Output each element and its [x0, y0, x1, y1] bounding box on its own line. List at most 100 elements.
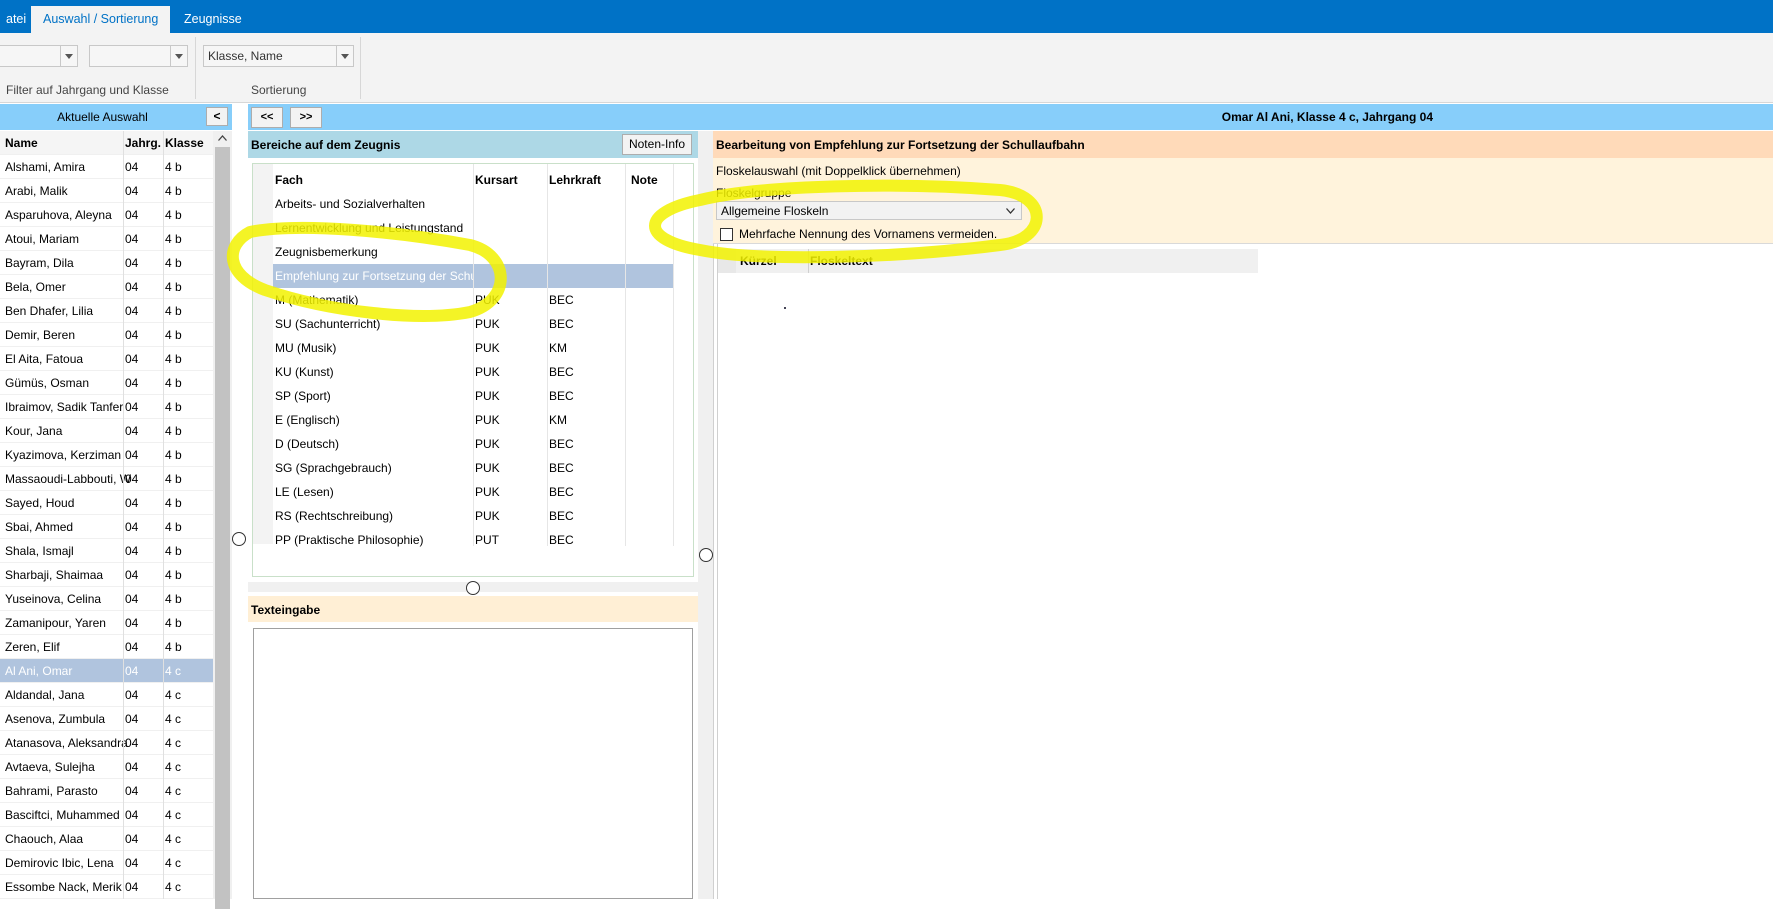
student-row[interactable]: Aldandal, Jana 04 4 c	[0, 683, 213, 707]
student-klasse: 4 b	[165, 352, 182, 366]
student-title-bar: Omar Al Ani, Klasse 4 c, Jahrgang 04	[698, 104, 1773, 130]
student-klasse: 4 b	[165, 568, 182, 582]
student-row[interactable]: Zeren, Elif 04 4 b	[0, 635, 213, 659]
klasse-filter-combo[interactable]	[89, 45, 188, 67]
chevron-down-icon[interactable]	[336, 46, 353, 66]
collapse-left-button[interactable]: <	[206, 107, 228, 126]
chevron-down-icon[interactable]	[1006, 208, 1015, 214]
student-klasse: 4 b	[165, 640, 182, 654]
previous-student-button[interactable]: <<	[251, 107, 283, 128]
fach-lehrkraft: BEC	[549, 317, 574, 331]
student-row[interactable]: Ben Dhafer, Lilia 04 4 b	[0, 299, 213, 323]
student-row[interactable]: Asenova, Zumbula 04 4 c	[0, 707, 213, 731]
fach-name: Lernentwicklung und Leistungstand	[275, 221, 464, 235]
tab-zeugnisse[interactable]: Zeugnisse	[172, 6, 254, 33]
tab-auswahl-sortierung[interactable]: Auswahl / Sortierung	[31, 6, 171, 33]
column-header-fach[interactable]: Fach	[275, 173, 303, 187]
fach-kursart: PUK	[475, 293, 500, 307]
student-row[interactable]: Atanasova, Aleksandra 04 4 c	[0, 731, 213, 755]
texteingabe-textarea[interactable]	[253, 628, 693, 899]
student-jahrgang: 04	[125, 496, 139, 510]
fach-lehrkraft: KM	[549, 341, 567, 355]
column-header-jahrg[interactable]: Jahrg.	[125, 136, 161, 150]
student-row[interactable]: Demir, Beren 04 4 b	[0, 323, 213, 347]
student-klasse: 4 c	[165, 784, 182, 798]
student-row[interactable]: Yuseinova, Celina 04 4 b	[0, 587, 213, 611]
student-jahrgang: 04	[125, 400, 139, 414]
fach-lehrkraft: BEC	[549, 461, 574, 475]
column-header-kursart[interactable]: Kursart	[475, 173, 518, 187]
student-row[interactable]: Alshami, Amira 04 4 b	[0, 155, 213, 179]
column-divider	[808, 249, 809, 273]
student-row[interactable]: Sbai, Ahmed 04 4 b	[0, 515, 213, 539]
fach-name: Zeugnisbemerkung	[275, 245, 378, 259]
column-header-floskeltext[interactable]: Floskeltext	[810, 254, 873, 268]
student-row[interactable]: Massaoudi-Labbouti, W 04 4 b	[0, 467, 213, 491]
column-header-klasse[interactable]: Klasse	[165, 136, 204, 150]
bearbeitung-header: Bearbeitung von Empfehlung zur Fortsetzu…	[713, 131, 1773, 158]
scrollbar-thumb[interactable]	[215, 147, 230, 909]
student-row[interactable]: Zamanipour, Yaren 04 4 b	[0, 611, 213, 635]
student-name: Asenova, Zumbula	[5, 712, 106, 726]
student-list-scrollbar[interactable]	[213, 131, 232, 909]
student-row[interactable]: Sharbaji, Shaimaa 04 4 b	[0, 563, 213, 587]
student-row[interactable]: Gümüs, Osman 04 4 b	[0, 371, 213, 395]
student-row[interactable]: Sayed, Houd 04 4 b	[0, 491, 213, 515]
fach-lehrkraft: BEC	[549, 509, 574, 523]
fach-name: MU (Musik)	[275, 341, 337, 355]
student-klasse: 4 b	[165, 280, 182, 294]
noten-info-button[interactable]: Noten-Info	[622, 134, 692, 155]
column-header-note[interactable]: Note	[631, 173, 658, 187]
student-row[interactable]: Al Ani, Omar 04 4 c	[0, 659, 213, 683]
student-row[interactable]: Chaouch, Alaa 04 4 c	[0, 827, 213, 851]
student-jahrgang: 04	[125, 616, 139, 630]
right-splitter-handle[interactable]	[699, 548, 713, 562]
student-klasse: 4 c	[165, 688, 182, 702]
student-row[interactable]: Bela, Omer 04 4 b	[0, 275, 213, 299]
student-klasse: 4 b	[165, 256, 182, 270]
student-row[interactable]: Kour, Jana 04 4 b	[0, 419, 213, 443]
student-name: Bela, Omer	[5, 280, 66, 294]
student-row[interactable]: Bahrami, Parasto 04 4 c	[0, 779, 213, 803]
student-jahrgang: 04	[125, 520, 139, 534]
student-row[interactable]: Ibraimov, Sadik Tanfer 04 4 b	[0, 395, 213, 419]
row-header-corner	[718, 249, 736, 273]
fach-kursart: PUK	[475, 317, 500, 331]
vorname-checkbox[interactable]	[720, 228, 733, 241]
next-student-button[interactable]: >>	[290, 107, 322, 128]
sortierung-combo[interactable]: Klasse, Name	[203, 45, 354, 67]
student-name: Bayram, Dila	[5, 256, 74, 270]
chevron-down-icon[interactable]	[60, 46, 77, 66]
column-header-name[interactable]: Name	[5, 136, 38, 150]
column-header-kuerzel[interactable]: Kürzel	[740, 254, 777, 268]
student-row[interactable]: Avtaeva, Sulejha 04 4 c	[0, 755, 213, 779]
student-row[interactable]: El Aita, Fatoua 04 4 b	[0, 347, 213, 371]
student-row[interactable]: Asparuhova, Aleyna 04 4 b	[0, 203, 213, 227]
column-header-lehrkraft[interactable]: Lehrkraft	[549, 173, 601, 187]
middle-splitter-handle[interactable]	[466, 581, 480, 595]
student-title: Omar Al Ani, Klasse 4 c, Jahrgang 04	[1221, 110, 1433, 124]
floskelgruppe-label: Floskelgruppe	[716, 186, 792, 200]
student-row[interactable]: Kyazimova, Kerziman 04 4 b	[0, 443, 213, 467]
student-row[interactable]: Demirovic Ibic, Lena 04 4 c	[0, 851, 213, 875]
left-splitter-handle[interactable]	[232, 532, 246, 546]
student-row[interactable]: Bayram, Dila 04 4 b	[0, 251, 213, 275]
student-name: Bahrami, Parasto	[5, 784, 98, 798]
chevron-down-icon[interactable]	[170, 46, 187, 66]
student-row[interactable]: Basciftci, Muhammed 04 4 c	[0, 803, 213, 827]
student-jahrgang: 04	[125, 472, 139, 486]
student-name: Yuseinova, Celina	[5, 592, 102, 606]
student-name: Essombe Nack, Merik	[5, 880, 122, 894]
student-jahrgang: 04	[125, 664, 139, 678]
scroll-up-icon[interactable]	[213, 131, 232, 145]
jahrgang-filter-combo[interactable]	[0, 45, 78, 67]
floskelgruppe-select[interactable]: Allgemeine Floskeln	[716, 201, 1022, 220]
student-row[interactable]: Atoui, Mariam 04 4 b	[0, 227, 213, 251]
fach-grid: Fach Kursart Lehrkraft Note Arbeits- und…	[252, 163, 694, 577]
column-divider	[547, 164, 548, 546]
ribbon-divider	[195, 37, 196, 99]
student-row[interactable]: Shala, Ismajl 04 4 b	[0, 539, 213, 563]
student-row[interactable]: Essombe Nack, Merik 04 4 c	[0, 875, 213, 899]
student-row[interactable]: Arabi, Malik 04 4 b	[0, 179, 213, 203]
student-klasse: 4 b	[165, 448, 182, 462]
